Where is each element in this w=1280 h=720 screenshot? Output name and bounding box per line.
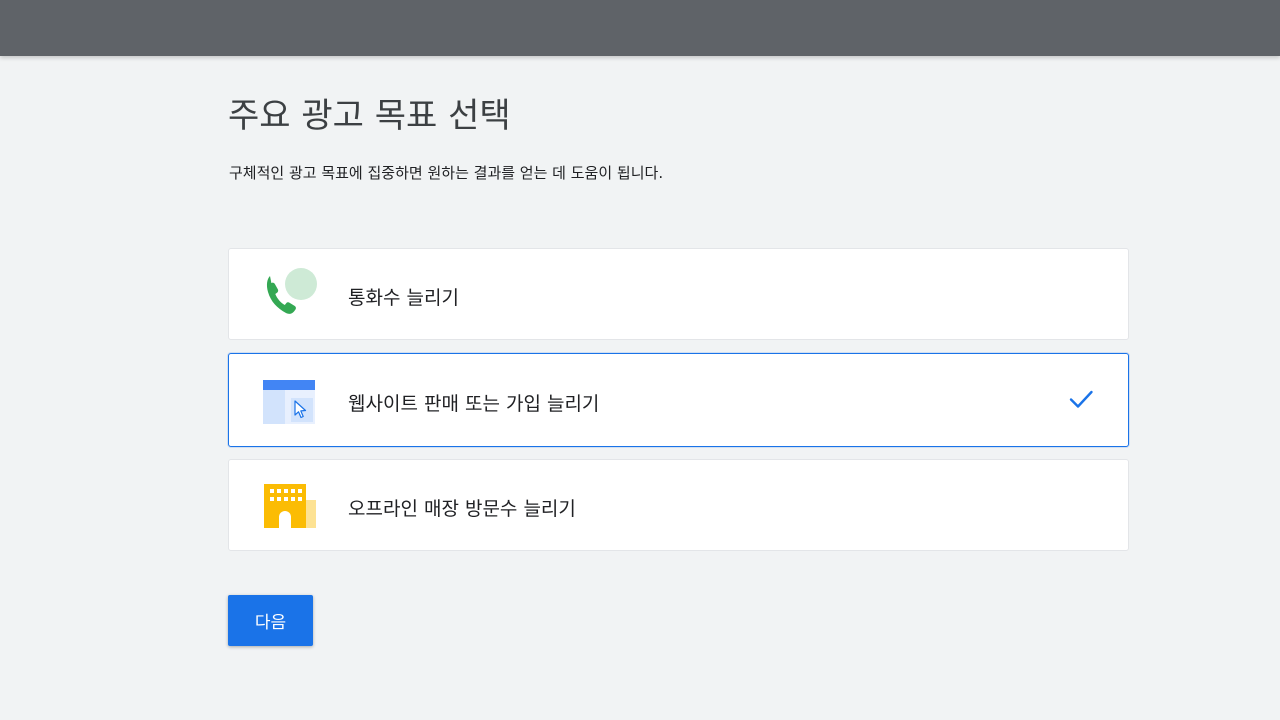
phone-call-icon [261,267,317,323]
goal-option-website[interactable]: 웹사이트 판매 또는 가입 늘리기 [228,353,1129,447]
goal-option-label: 웹사이트 판매 또는 가입 늘리기 [348,393,600,415]
goal-option-label: 오프라인 매장 방문수 늘리기 [348,498,576,520]
page-title: 주요 광고 목표 선택 [228,96,511,136]
page-description: 구체적인 광고 목표에 집중하면 원하는 결과를 얻는 데 도움이 됩니다. [229,164,664,182]
store-building-icon [261,478,317,534]
goal-option-calls[interactable]: 통화수 늘리기 [228,248,1129,340]
next-button[interactable]: 다음 [228,595,313,646]
goal-option-label: 통화수 늘리기 [348,287,459,309]
top-app-bar [0,0,1280,56]
goal-option-store-visits[interactable]: 오프라인 매장 방문수 늘리기 [228,459,1129,551]
website-cursor-icon [261,374,317,430]
check-icon [1068,386,1094,412]
